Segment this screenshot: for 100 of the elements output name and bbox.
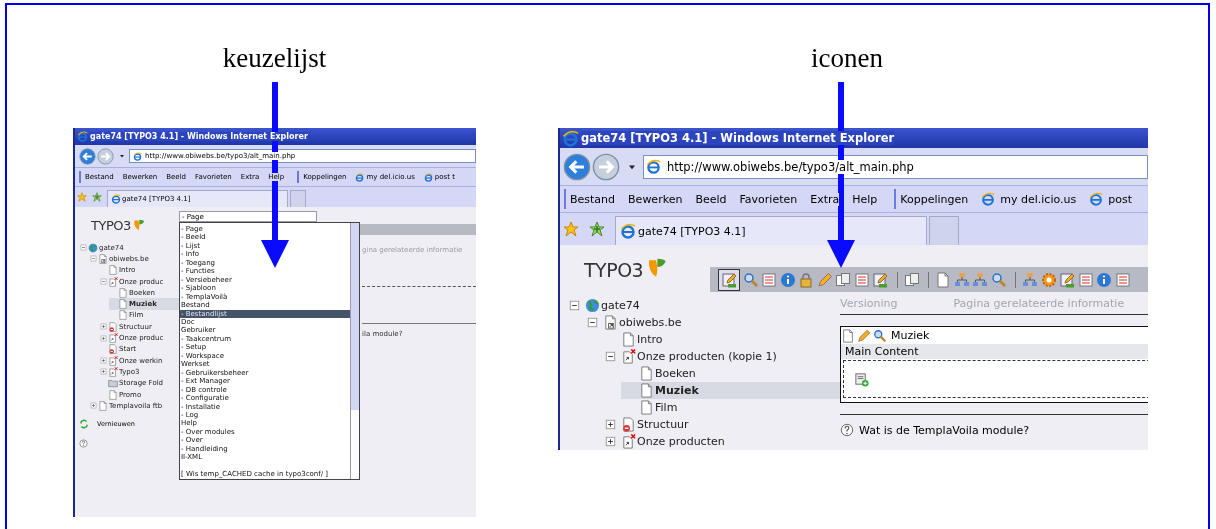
page-icon: [118, 287, 128, 298]
new-content-icon[interactable]: [854, 371, 869, 387]
menu-item[interactable]: Bewerken: [628, 192, 683, 206]
tab-title: gate74 [TYPO3 4.1]: [638, 224, 746, 238]
copy-icon[interactable]: [835, 271, 851, 288]
tree-item[interactable]: Onze producten (kopie 1): [603, 348, 840, 365]
page-icon: [639, 400, 654, 415]
menu-item[interactable]: Favorieten: [739, 192, 798, 206]
browser-icon: [111, 194, 121, 204]
browser-icon: [562, 129, 579, 147]
forward-button[interactable]: [592, 152, 620, 181]
star-icon[interactable]: [563, 221, 579, 237]
page-minus-icon: [108, 344, 118, 355]
caption: iconen: [811, 42, 883, 74]
window-title: gate74 [TYPO3 4.1] - Windows Internet Explorer: [90, 132, 308, 141]
list-icon[interactable]: [761, 271, 777, 288]
help-icon[interactable]: [79, 439, 88, 449]
browser-icon[interactable]: [355, 172, 365, 182]
browser-icon[interactable]: [1089, 192, 1104, 206]
pencil-icon[interactable]: [857, 328, 871, 343]
page-minus-icon: [621, 417, 636, 432]
page-icon: [621, 332, 636, 347]
address-field[interactable]: http://www.obiwebs.be/typo3/alt_main.php: [643, 154, 1148, 179]
browser-icon: [620, 223, 636, 239]
logo-text: TYPO3: [584, 259, 644, 281]
scrollbar[interactable]: [350, 223, 359, 479]
tree-item[interactable]: Structuur: [603, 416, 840, 433]
section-header: Main Content: [841, 344, 1148, 359]
list-icon[interactable]: [1114, 271, 1131, 288]
pencil-icon[interactable]: [816, 271, 833, 288]
collapse-icon[interactable]: [567, 298, 582, 313]
menu-item[interactable]: Extra: [810, 192, 840, 206]
menu-item[interactable]: Help: [852, 192, 878, 206]
collapse-icon[interactable]: [99, 277, 108, 287]
collapse-icon[interactable]: [585, 315, 600, 330]
page-icon[interactable]: [935, 271, 951, 288]
browser-icon: [646, 159, 661, 174]
browser-icon: [133, 151, 142, 161]
link-item[interactable]: my del.icio.us: [1000, 192, 1077, 206]
element-title: Muziek: [891, 329, 930, 342]
tree-icon[interactable]: [953, 271, 970, 288]
page-icon: [639, 366, 654, 381]
folder-icon: [108, 378, 118, 389]
link-item[interactable]: post: [1108, 192, 1132, 206]
collapse-icon[interactable]: [89, 254, 98, 264]
copy-icon[interactable]: [903, 271, 920, 288]
tree-icon[interactable]: [1022, 271, 1038, 288]
page-icon: [118, 299, 128, 310]
info-icon[interactable]: [1096, 271, 1112, 288]
page-edit-icon[interactable]: [718, 268, 740, 291]
address-text: http://www.obiwebs.be/typo3/alt_main.php: [667, 159, 914, 174]
window-title: gate74 [TYPO3 4.1] - Windows Internet Explorer: [581, 131, 895, 145]
caret-icon[interactable]: [118, 152, 126, 160]
tree-item[interactable]: Onze producten: [603, 433, 840, 450]
browser-tab[interactable]: gate74 [TYPO3 4.1]: [615, 216, 927, 245]
help-icon[interactable]: [840, 423, 854, 437]
browser-icon[interactable]: [981, 192, 996, 206]
list-icon[interactable]: [853, 271, 870, 288]
tree-icon[interactable]: [972, 271, 988, 288]
page-icon: [108, 265, 118, 276]
page-cross-icon: [621, 434, 636, 449]
tree-item[interactable]: obiwebs.be: [585, 314, 840, 331]
page-icon: [108, 389, 118, 400]
menu-item[interactable]: Beeld: [695, 192, 727, 206]
browser-icon[interactable]: [423, 172, 433, 182]
page-icon: [118, 310, 128, 321]
collapse-icon[interactable]: [79, 243, 88, 253]
caption: keuzelijst: [222, 42, 327, 74]
menu-item[interactable]: Bestand: [570, 192, 616, 206]
list-icon[interactable]: [1077, 271, 1094, 288]
tree-item[interactable]: Intro: [603, 331, 840, 348]
collapse-icon[interactable]: [603, 349, 618, 364]
new-tab-button[interactable]: [929, 216, 959, 245]
tree-item[interactable]: Muziek: [621, 382, 840, 399]
search-icon[interactable]: [742, 271, 759, 288]
page-icon[interactable]: [841, 328, 855, 343]
gear-icon[interactable]: [1040, 271, 1057, 288]
back-button[interactable]: [79, 147, 96, 165]
page-cross-icon: [621, 349, 636, 364]
page-icon: [639, 383, 654, 398]
star-plus-icon[interactable]: [92, 192, 102, 202]
back-button[interactable]: [563, 152, 591, 181]
expand-icon[interactable]: [603, 434, 618, 449]
expand-icon[interactable]: [603, 417, 618, 432]
globe-icon: [88, 242, 98, 253]
tree-item[interactable]: Boeken: [621, 365, 840, 382]
new-tab-button[interactable]: [290, 190, 306, 207]
browser-icon: [77, 131, 88, 142]
refresh-icon: [79, 419, 89, 430]
help-link[interactable]: Wat is de TemplaVoila module?: [859, 423, 1030, 437]
tree-item[interactable]: gate74: [567, 297, 840, 314]
page-shortcut-icon: [603, 315, 618, 330]
tree-item[interactable]: Film: [621, 399, 840, 416]
star-icon[interactable]: [77, 192, 87, 202]
search-icon[interactable]: [873, 328, 887, 343]
lock-icon[interactable]: [798, 271, 814, 288]
search-icon[interactable]: [990, 271, 1007, 288]
links-label[interactable]: Koppelingen: [900, 192, 969, 206]
star-plus-icon[interactable]: [589, 221, 605, 237]
info-icon[interactable]: [779, 271, 796, 288]
